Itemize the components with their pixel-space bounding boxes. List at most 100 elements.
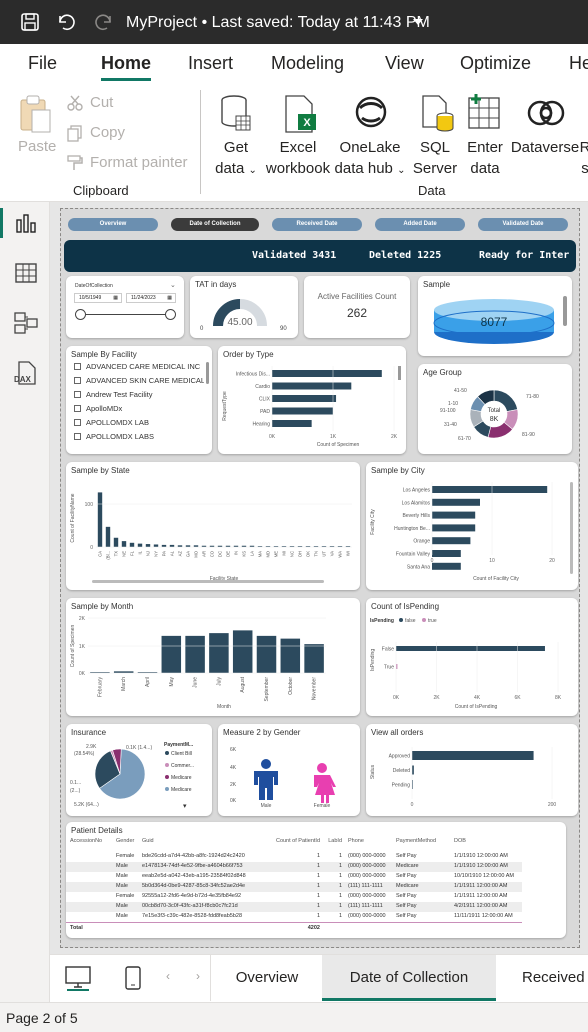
cut-button[interactable]: Cut bbox=[90, 94, 113, 111]
menu-insert[interactable]: Insert bbox=[188, 53, 233, 74]
table-row[interactable]: Male 00cb8d70-3c0f-43fc-a31f-f8cb0c7fc21d… bbox=[66, 902, 522, 912]
table-row[interactable]: Female bde26cdd-a7d4-42bb-a8fc-1924d24c24… bbox=[66, 852, 522, 862]
sql-server-button[interactable]: SQL Server bbox=[410, 137, 460, 179]
facility-list-item[interactable]: APOLLOMDX LABS bbox=[74, 432, 204, 441]
menu-file[interactable]: File bbox=[28, 53, 57, 74]
facility-list-item[interactable]: ApolloMDx bbox=[74, 404, 204, 413]
enter-data-button[interactable]: Enter data bbox=[462, 137, 508, 179]
table-cell: Self Pay bbox=[396, 873, 417, 879]
column-header[interactable]: LabId bbox=[328, 838, 342, 844]
nav-button-received-date[interactable]: Received Date bbox=[272, 218, 362, 231]
horizontal-scrollbar[interactable] bbox=[92, 580, 324, 583]
table-row[interactable]: Male e1478134-74df-4e52-9fbe-a4604b66f753… bbox=[66, 862, 522, 872]
tab-received-date[interactable]: Received D bbox=[498, 955, 588, 1001]
desktop-layout-icon[interactable] bbox=[64, 965, 92, 991]
scrollbar[interactable] bbox=[570, 482, 573, 574]
copy-button[interactable]: Copy bbox=[90, 124, 125, 141]
redo-icon[interactable] bbox=[94, 12, 114, 32]
legend-item: Medicare bbox=[171, 787, 192, 793]
checkbox[interactable] bbox=[74, 433, 81, 440]
y-tick-label: 0 bbox=[90, 545, 93, 551]
order-by-type-title: Order by Type bbox=[223, 350, 274, 359]
checkbox[interactable] bbox=[74, 377, 81, 384]
table-view-icon[interactable] bbox=[13, 260, 39, 286]
gender-y-tick: 6K bbox=[230, 747, 237, 753]
save-icon[interactable] bbox=[20, 12, 40, 32]
menu-help[interactable]: He bbox=[569, 53, 588, 74]
column-header[interactable]: AccessionNo bbox=[70, 838, 102, 844]
bar bbox=[280, 638, 301, 673]
previous-page-icon[interactable]: ‹ bbox=[166, 969, 170, 983]
menu-view[interactable]: View bbox=[385, 53, 424, 74]
get-data-label-1: Get bbox=[223, 139, 249, 156]
onelake-label-text: data hub bbox=[334, 160, 393, 177]
active-menu-indicator bbox=[101, 78, 151, 81]
next-page-icon[interactable]: › bbox=[196, 969, 200, 983]
paste-button[interactable]: Paste bbox=[18, 138, 56, 155]
nav-button-validated-date[interactable]: Validated Date bbox=[478, 218, 568, 231]
end-date-value: 11/24/2023 bbox=[131, 295, 156, 301]
format-painter-button[interactable]: Format painter bbox=[90, 154, 188, 171]
dataverse-button[interactable]: Dataverse bbox=[510, 137, 580, 158]
category-label: LA bbox=[250, 551, 255, 556]
end-date-input[interactable]: 11/24/2023 ▦ bbox=[126, 293, 176, 303]
status-ticker: Validated 3431 Deleted 1225 Ready for In… bbox=[64, 240, 576, 272]
table-row[interactable]: Male 7e15e3f3-c39c-482e-8528-fdd8feab5b28… bbox=[66, 912, 522, 922]
checkbox[interactable] bbox=[74, 391, 81, 398]
enter-data-icon bbox=[466, 92, 504, 132]
get-data-button[interactable]: Get data ⌄ bbox=[212, 137, 260, 181]
range-start-handle[interactable] bbox=[75, 309, 86, 320]
pending-legend-true: true bbox=[428, 618, 437, 624]
report-view-icon[interactable] bbox=[13, 210, 39, 236]
onelake-data-hub-button[interactable]: OneLake data hub ⌄ bbox=[334, 137, 406, 181]
category-label: Infectious Dis... bbox=[236, 372, 270, 378]
undo-icon[interactable] bbox=[56, 12, 76, 32]
nav-button-added-date[interactable]: Added Date bbox=[375, 218, 465, 231]
dax-query-view-icon[interactable]: DAX bbox=[13, 360, 39, 386]
orders-card: View all orders Status Approved Deleted Pe… bbox=[366, 724, 578, 816]
menu-bar: File Home Insert Modeling View Optimize … bbox=[0, 44, 588, 82]
scrollbar[interactable] bbox=[398, 366, 401, 380]
excel-workbook-button[interactable]: Excel workbook bbox=[262, 137, 334, 179]
table-row[interactable]: Female 92555a12-2fd6-4e9d-b72d-4e35fb84e9… bbox=[66, 892, 522, 902]
nav-button-overview[interactable]: Overview bbox=[68, 218, 158, 231]
chevron-down-icon[interactable]: ⌄ bbox=[170, 281, 176, 289]
nav-button-date-of-collection[interactable]: Date of Collection bbox=[171, 218, 259, 231]
start-date-input[interactable]: 10/5/1949 ▦ bbox=[74, 293, 122, 303]
chevron-down-icon[interactable] bbox=[410, 14, 430, 34]
facility-list-item[interactable]: Andrew Test Facility bbox=[74, 390, 204, 399]
more-button[interactable]: R s bbox=[578, 137, 588, 179]
category-label: August bbox=[240, 676, 246, 692]
facility-list-item[interactable]: ADVANCED CARE MEDICAL INC bbox=[74, 362, 204, 371]
table-row[interactable]: Male 5b0d364d-0be9-4287-85c8-34fc52ae2d4e… bbox=[66, 882, 522, 892]
range-end-handle[interactable] bbox=[165, 309, 176, 320]
chevron-down-icon: ⌄ bbox=[397, 165, 406, 176]
table-row[interactable]: Male eeab2e5d-a042-43eb-a195-23584f02d848… bbox=[66, 872, 522, 882]
table-cell: 1 bbox=[316, 883, 320, 889]
menu-modeling[interactable]: Modeling bbox=[271, 53, 344, 74]
tab-date-of-collection[interactable]: Date of Collection bbox=[322, 955, 496, 1001]
gender-label-female: Female bbox=[314, 803, 331, 809]
tab-overview[interactable]: Overview bbox=[214, 955, 320, 1001]
menu-optimize[interactable]: Optimize bbox=[460, 53, 531, 74]
facility-list-item[interactable]: APOLLOMDX LAB bbox=[74, 418, 204, 427]
mobile-layout-icon[interactable] bbox=[124, 965, 142, 991]
column-header[interactable]: DOB bbox=[454, 838, 466, 844]
column-header[interactable]: Gender bbox=[116, 838, 134, 844]
facility-list-item[interactable]: ADVANCED SKIN CARE MEDICAL... bbox=[74, 376, 204, 385]
checkbox[interactable] bbox=[74, 419, 81, 426]
menu-home[interactable]: Home bbox=[101, 53, 151, 74]
checkbox[interactable] bbox=[74, 363, 81, 370]
city-y-label: Facility City bbox=[370, 509, 376, 535]
column-header[interactable]: Count of PatientId bbox=[276, 838, 320, 844]
donut-center-label: Total bbox=[488, 408, 501, 414]
column-header[interactable]: PaymentMethod bbox=[396, 838, 436, 844]
chevron-down-icon[interactable]: ▾ bbox=[183, 802, 187, 810]
table-cell: Self Pay bbox=[396, 913, 417, 919]
scrollbar[interactable] bbox=[206, 362, 209, 384]
column-header[interactable]: Phone bbox=[348, 838, 364, 844]
checkbox[interactable] bbox=[74, 405, 81, 412]
column-header[interactable]: Guid bbox=[142, 838, 154, 844]
model-view-icon[interactable] bbox=[13, 310, 39, 336]
scrollbar[interactable] bbox=[563, 296, 567, 326]
